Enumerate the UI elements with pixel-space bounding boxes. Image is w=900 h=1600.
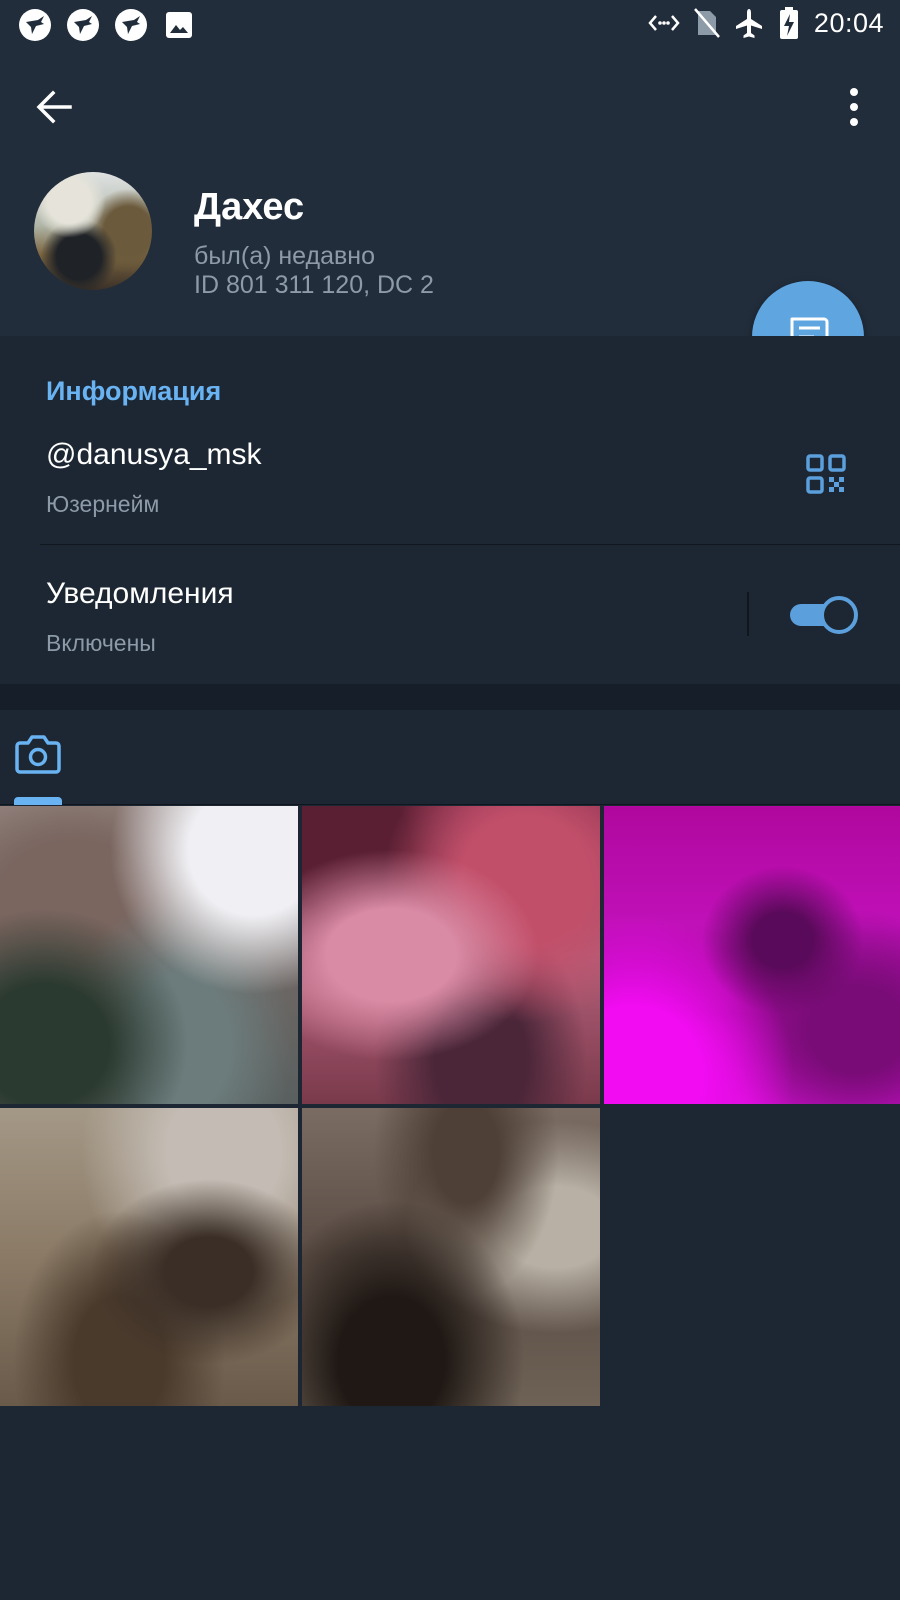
avatar[interactable]: [34, 172, 152, 290]
notifications-status: Включены: [46, 630, 156, 656]
info-section: Информация @danusya_msk Юзернейм Уведомл…: [0, 336, 900, 684]
status-bar: 20:04: [0, 0, 900, 50]
vertical-separator: [747, 592, 749, 636]
toggle-knob: [820, 596, 858, 634]
profile-header: Дахес был(а) недавно ID 801 311 120, DC …: [0, 50, 900, 336]
camera-icon: [15, 735, 61, 774]
data-sync-icon: [648, 15, 680, 31]
photo-thumbnail[interactable]: [302, 806, 600, 1104]
notification-icons: [18, 8, 196, 42]
user-id: ID 801 311 120, DC 2: [194, 271, 434, 299]
battery-charging-icon: [779, 7, 798, 39]
qr-code-button[interactable]: [806, 454, 846, 494]
notifications-toggle[interactable]: [790, 596, 858, 634]
back-button[interactable]: [30, 82, 80, 132]
notifications-title[interactable]: Уведомления: [46, 577, 234, 611]
tab-photos[interactable]: [14, 732, 62, 805]
bird-app-icon: [115, 9, 147, 41]
more-vertical-icon: [850, 88, 858, 126]
username-value[interactable]: @danusya_msk: [46, 438, 262, 472]
photo-thumbnail[interactable]: [604, 806, 900, 1104]
no-sim-icon: [693, 8, 720, 38]
photo-thumbnail[interactable]: [0, 806, 298, 1104]
username-label: Юзернейм: [46, 491, 160, 517]
bird-app-icon: [67, 9, 99, 41]
image-icon: [166, 12, 192, 38]
clock: 20:04: [813, 7, 884, 38]
divider: [40, 544, 900, 545]
photo-thumbnail[interactable]: [0, 1108, 298, 1406]
bird-app-icon: [19, 9, 51, 41]
media-tabs: [0, 710, 900, 805]
section-gap: [0, 684, 900, 710]
photo-thumbnail[interactable]: [302, 1108, 600, 1406]
system-icons: 20:04: [648, 6, 884, 40]
airplane-icon: [735, 9, 762, 38]
section-title: Информация: [46, 376, 222, 406]
profile-name: Дахес: [194, 186, 305, 228]
arrow-left-icon: [36, 90, 72, 124]
active-tab-indicator: [14, 797, 62, 805]
more-options-button[interactable]: [836, 82, 872, 132]
qr-code-icon: [806, 454, 846, 494]
last-seen-status: был(а) недавно: [194, 242, 376, 270]
